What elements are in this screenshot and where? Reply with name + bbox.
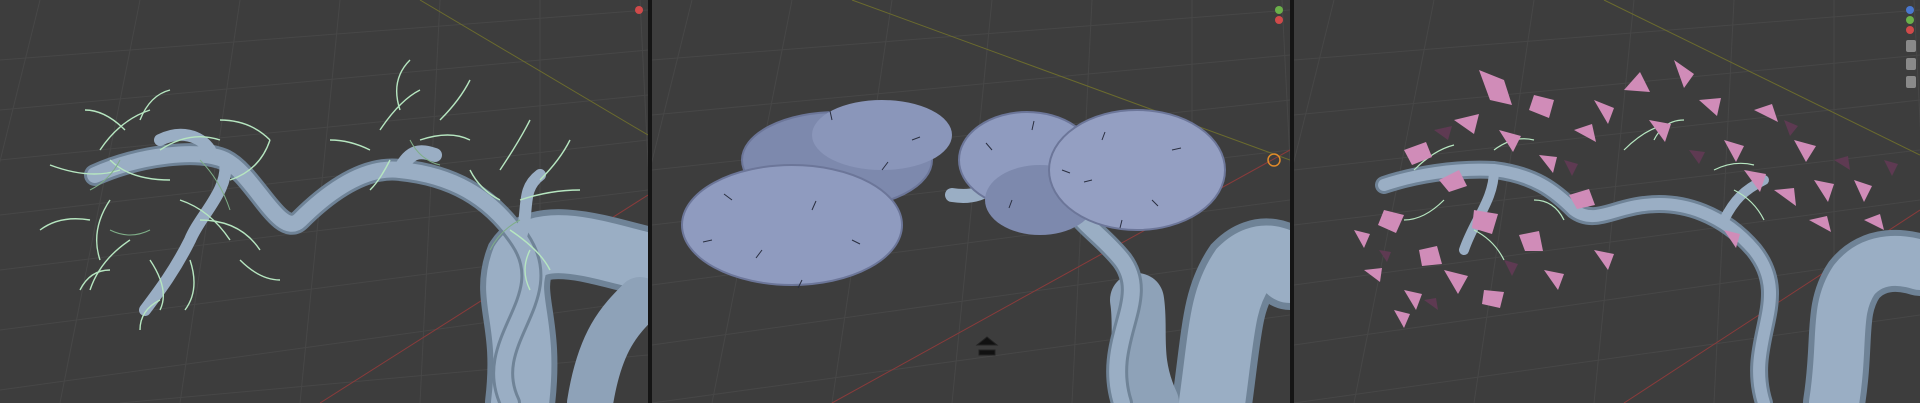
camera-icon[interactable] <box>1906 58 1916 70</box>
gizmo-y-axis-dot[interactable] <box>1275 6 1283 14</box>
viewport-leaves-canvas <box>1294 0 1920 403</box>
viewport-leaves[interactable] <box>1294 0 1920 403</box>
gizmo-x-axis-dot[interactable] <box>1906 26 1914 34</box>
viewport-branches-canvas <box>0 0 648 403</box>
viewport-row <box>0 0 1920 403</box>
navigation-gizmo-icon[interactable] <box>1903 4 1917 36</box>
hand-icon[interactable] <box>1906 40 1916 52</box>
gizmo-z-axis-dot[interactable] <box>1906 6 1914 14</box>
navigation-gizmo-icon[interactable] <box>1272 4 1286 26</box>
leaf-cards <box>1354 60 1884 328</box>
navigation-gizmo-icon[interactable] <box>632 4 646 16</box>
viewport-canopy-blobs[interactable] <box>652 0 1290 403</box>
camera-icon[interactable] <box>975 336 999 356</box>
zoom-icon[interactable] <box>1906 76 1916 88</box>
viewport-branches[interactable] <box>0 0 648 403</box>
viewport-canopy-canvas <box>652 0 1290 403</box>
gizmo-y-axis-dot[interactable] <box>1906 16 1914 24</box>
axis-y-line <box>1603 0 1920 156</box>
gizmo-x-axis-dot[interactable] <box>1275 16 1283 24</box>
gizmo-x-axis-dot[interactable] <box>635 6 643 14</box>
3d-cursor-icon[interactable] <box>1267 153 1281 167</box>
